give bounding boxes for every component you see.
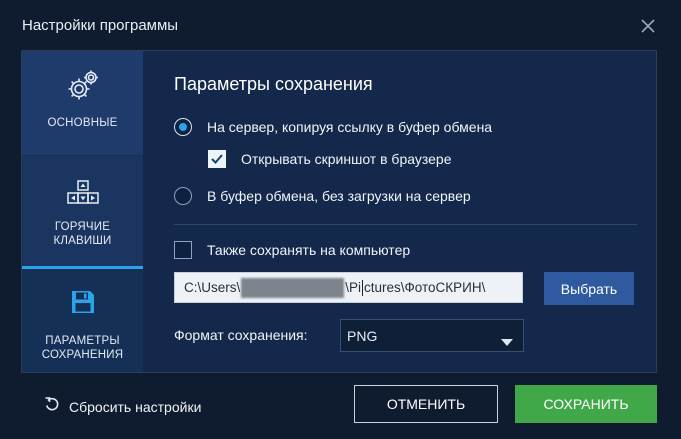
checkbox-open-in-browser[interactable]: Открывать скриншот в браузере [208,150,452,168]
sidebar: ОСНОВНЫЕ ГОРЯЧИЕ КЛАВИШИ ПАРАМЕТРЫ СОХРА… [22,51,143,372]
settings-panel: ОСНОВНЫЕ ГОРЯЧИЕ КЛАВИШИ ПАРАМЕТРЫ СОХРА… [21,50,657,373]
save-path-suffix: ctures\ФотоСКРИН\ [364,280,486,295]
radio-button-server[interactable] [174,118,192,136]
window-title: Настройки программы [22,17,179,34]
section-title: Параметры сохранения [174,74,373,94]
check-icon [211,154,223,164]
radio-option-clipboard-label: В буфер обмена, без загрузки на сервер [207,188,471,204]
cancel-button[interactable]: ОТМЕНИТЬ [354,385,498,423]
checkbox-save-to-pc[interactable]: Также сохранять на компьютер [174,241,410,259]
save-path-field[interactable]: C:\Users\ \Pi ctures\ФотоСКРИН\ [174,272,523,303]
radio-option-server[interactable]: На сервер, копируя ссылку в буфер обмена [174,118,492,136]
format-select[interactable]: PNG [340,319,524,352]
divider [174,224,637,225]
reset-icon [44,396,60,417]
save-path-middle: \Pi [345,280,362,295]
reset-settings-label: Сбросить настройки [69,398,202,415]
checkbox-open-in-browser-box[interactable] [208,150,226,168]
sidebar-item-hotkeys-label-line1: ГОРЯЧИЕ [54,221,111,233]
content-area: Параметры сохранения На сервер, копируя … [143,51,656,372]
floppy-disk-icon [70,289,96,320]
checkbox-save-to-pc-label: Также сохранять на компьютер [207,242,411,258]
sidebar-item-general-label: ОСНОВНЫЕ [47,117,118,129]
radio-button-clipboard[interactable] [174,187,192,205]
browse-button[interactable]: Выбрать [544,272,634,305]
sidebar-item-save-settings[interactable]: ПАРАМЕТРЫ СОХРАНЕНИЯ [22,269,143,372]
sidebar-item-save-settings-label-line2: СОХРАНЕНИЯ [41,349,124,362]
format-label: Формат сохранения: [174,327,308,343]
title-bar: Настройки программы [0,0,681,50]
format-select-value: PNG [347,327,378,344]
gears-icon [66,69,100,108]
keyboard-icon [66,179,100,212]
redacted-username [241,277,345,298]
save-path-prefix: C:\Users\ [184,280,241,295]
sidebar-item-general[interactable]: ОСНОВНЫЕ [22,51,143,156]
reset-settings-link[interactable]: Сбросить настройки [44,396,201,417]
checkbox-save-to-pc-box[interactable] [174,241,192,259]
sidebar-item-hotkeys[interactable]: ГОРЯЧИЕ КЛАВИШИ [22,157,143,269]
sidebar-item-save-settings-label-line1: ПАРАМЕТРЫ [45,335,120,347]
radio-option-clipboard[interactable]: В буфер обмена, без загрузки на сервер [174,187,471,205]
checkbox-open-in-browser-label: Открывать скриншот в браузере [241,151,452,167]
close-icon [641,19,655,33]
chevron-down-icon [501,333,513,349]
close-button[interactable] [636,14,660,38]
save-button[interactable]: СОХРАНИТЬ [515,385,657,423]
text-cursor [362,279,364,296]
sidebar-item-hotkeys-label-line2: КЛАВИШИ [53,235,112,248]
radio-option-server-label: На сервер, копируя ссылку в буфер обмена [207,119,493,135]
